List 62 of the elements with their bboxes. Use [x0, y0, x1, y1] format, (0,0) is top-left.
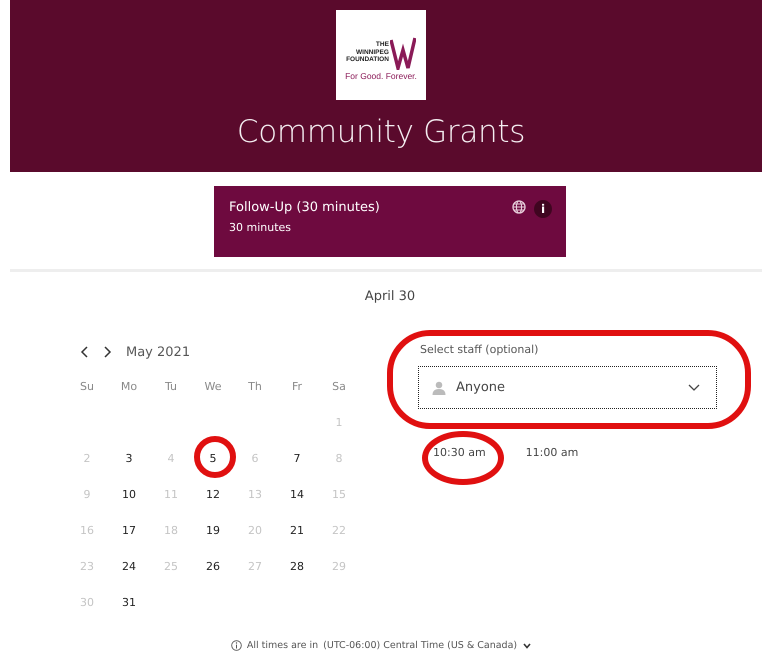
info-icon [230, 640, 242, 651]
calendar-day[interactable]: 28 [276, 548, 318, 584]
service-card[interactable]: Follow-Up (30 minutes) 30 minutes i [214, 186, 566, 257]
calendar-day[interactable]: 31 [108, 584, 150, 620]
weekday-label: Su [79, 378, 95, 394]
field-label: Select staff (optional) [420, 342, 540, 358]
calendar-day[interactable]: 19 [192, 512, 234, 548]
calendar-day: 4 [150, 440, 192, 476]
calendar-day[interactable]: 5 [192, 440, 234, 476]
weekday-label: Sa [331, 378, 347, 394]
time-slot[interactable]: 10:30 am [433, 446, 486, 459]
weekday-label: Th [247, 378, 263, 394]
calendar-day: 30 [66, 584, 108, 620]
info-button[interactable]: i [534, 200, 552, 218]
w-mark-icon [390, 36, 416, 70]
calendar-day: 16 [66, 512, 108, 548]
service-duration: 30 minutes [229, 221, 292, 234]
service-name: Follow-Up (30 minutes) [229, 200, 380, 215]
timezone-selector[interactable]: (UTC-06:00) Central Time (US & Canada) [323, 640, 532, 651]
calendar-day: 23 [66, 548, 108, 584]
calendar-day: 20 [234, 512, 276, 548]
calendar-day: 8 [318, 440, 360, 476]
calendar-day: 11 [150, 476, 192, 512]
calendar-day: 1 [318, 404, 360, 440]
calendar-day[interactable]: 24 [108, 548, 150, 584]
page-title: Community Grants [236, 114, 526, 150]
weekday-label: Mo [120, 378, 138, 394]
calendar-day: 15 [318, 476, 360, 512]
weekday-label: Tu [164, 378, 178, 394]
timezone-note: All times are in [246, 640, 318, 651]
weekday-label: We [204, 378, 222, 394]
annotation-circle [194, 436, 236, 478]
calendar-day: 27 [234, 548, 276, 584]
calendar-day: 6 [234, 440, 276, 476]
calendar-day: 29 [318, 548, 360, 584]
month-label: May 2021 [126, 344, 190, 360]
calendar-day[interactable]: 3 [108, 440, 150, 476]
calendar-day: 2 [66, 440, 108, 476]
calendar-day[interactable]: 7 [276, 440, 318, 476]
calendar-day[interactable]: 17 [108, 512, 150, 548]
calendar-day[interactable]: 12 [192, 476, 234, 512]
chevron-down-icon [523, 642, 532, 648]
person-icon [432, 380, 446, 394]
dropdown-value: Anyone [456, 380, 506, 395]
globe-icon [512, 200, 527, 215]
calendar-day: 18 [150, 512, 192, 548]
date-heading: April 30 [364, 289, 416, 304]
calendar-day: 22 [318, 512, 360, 548]
calendar-day: 25 [150, 548, 192, 584]
calendar-day[interactable]: 26 [192, 548, 234, 584]
time-slot[interactable]: 11:00 am [526, 446, 578, 459]
calendar-day[interactable]: 14 [276, 476, 318, 512]
weekday-label: Fr [290, 378, 304, 394]
calendar-day[interactable]: 10 [108, 476, 150, 512]
chevron-down-icon [688, 384, 700, 392]
logo-tagline: For Good. Forever. [345, 70, 417, 80]
calendar-day[interactable]: 21 [276, 512, 318, 548]
staff-dropdown[interactable]: Anyone [418, 366, 717, 409]
next-month-icon [102, 346, 112, 358]
calendar-day: 9 [66, 476, 108, 512]
previous-month-icon [80, 346, 90, 358]
calendar-day: 13 [234, 476, 276, 512]
